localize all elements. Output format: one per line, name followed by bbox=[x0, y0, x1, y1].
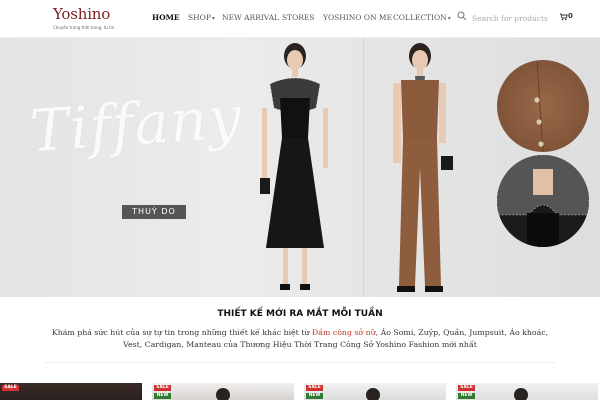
banner-split-line bbox=[363, 38, 364, 297]
nav-item-stores[interactable]: STORES bbox=[282, 13, 315, 22]
product-card[interactable]: SALE NEW bbox=[304, 383, 446, 400]
logo[interactable]: Yoshino Chuyên trang thời trang, tự tin bbox=[53, 5, 115, 33]
search-icon[interactable] bbox=[457, 11, 467, 21]
model-black-dress-image bbox=[260, 43, 328, 290]
nav-item-home[interactable]: HOME bbox=[152, 13, 180, 22]
sale-badge: SALE bbox=[306, 385, 323, 391]
cart-count: 0 bbox=[568, 12, 573, 20]
hero-banner[interactable]: Tiffany THUỲ DO bbox=[0, 38, 600, 297]
chevron-down-icon: ▾ bbox=[447, 15, 451, 22]
description-text: Khám phá sức hút của sự tự tin trong nhữ… bbox=[51, 328, 312, 337]
nav-item-yoshino-on-me[interactable]: YOSHINO ON ME bbox=[323, 13, 392, 22]
sale-badge: SALE bbox=[2, 385, 19, 391]
chevron-down-icon: ▾ bbox=[211, 15, 215, 22]
logo-wordmark: Yoshino bbox=[53, 5, 111, 23]
search-box bbox=[457, 9, 552, 27]
nav-item-new-arrival[interactable]: NEW ARRIVAL bbox=[222, 13, 279, 22]
new-badge: NEW bbox=[306, 393, 323, 399]
product-card[interactable]: SALE NEW bbox=[456, 383, 598, 400]
product-model-head bbox=[514, 388, 528, 400]
site-header: Yoshino Chuyên trang thời trang, tự tin … bbox=[0, 0, 600, 38]
product-model-head bbox=[366, 388, 380, 400]
section-description: Khám phá sức hút của sự tự tin trong nhữ… bbox=[45, 327, 555, 351]
hero-script-title: Tiffany bbox=[27, 82, 244, 166]
nav-item-shop[interactable]: SHOP▾ bbox=[188, 13, 215, 22]
vest-buttons-detail-image bbox=[534, 60, 544, 152]
logo-tagline: Chuyên trang thời trang, tự tin bbox=[53, 25, 115, 30]
detail-zoom-lace-cape bbox=[497, 155, 589, 247]
search-input[interactable] bbox=[472, 11, 552, 25]
product-model-head bbox=[216, 388, 230, 400]
section-title: THIẾT KẾ MỚI RA MẮT MỖI TUẦN bbox=[217, 309, 383, 319]
model-brown-suit-image bbox=[393, 43, 453, 292]
product-card[interactable]: SALE NEW bbox=[152, 383, 294, 400]
hero-subtitle: THUỲ DO bbox=[122, 205, 186, 219]
detail-zoom-vest-buttons bbox=[497, 60, 589, 152]
description-link-dam-cong-so[interactable]: Đầm công sở nữ bbox=[312, 328, 376, 337]
product-card[interactable]: SALE bbox=[0, 383, 142, 400]
new-badge: NEW bbox=[458, 393, 475, 399]
nav-item-collection[interactable]: COLLECTION▾ bbox=[393, 13, 451, 22]
new-badge: NEW bbox=[154, 393, 171, 399]
section-divider bbox=[45, 362, 555, 363]
sale-badge: SALE bbox=[154, 385, 171, 391]
lace-cape-detail-image bbox=[497, 155, 589, 247]
cart-icon bbox=[560, 13, 568, 21]
sale-badge: SALE bbox=[458, 385, 475, 391]
